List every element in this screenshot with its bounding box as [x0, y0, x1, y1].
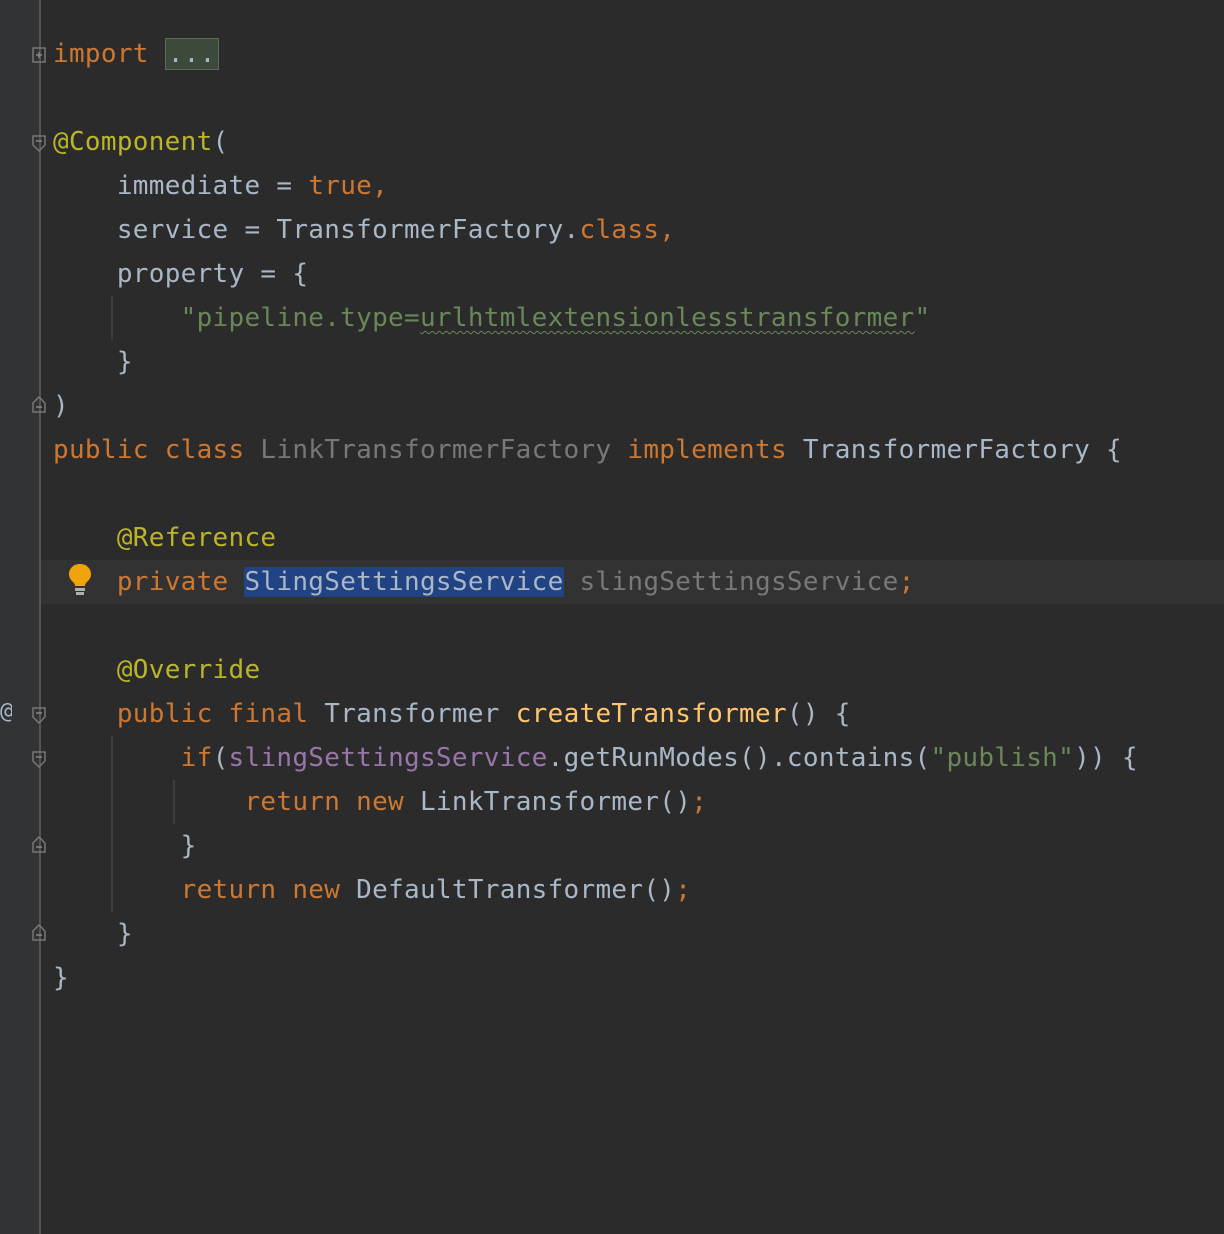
lightbulb-icon[interactable]: [66, 562, 94, 596]
code-token: property = {: [116, 259, 309, 289]
code-token: TransformerFactory {: [802, 435, 1122, 465]
code-line[interactable]: }: [53, 340, 133, 384]
code-line[interactable]: service = TransformerFactory.class,: [53, 208, 675, 252]
code-token: }: [116, 347, 133, 377]
override-marker-icon[interactable]: @: [0, 700, 12, 724]
code-token: ;: [691, 787, 708, 817]
code-line[interactable]: property = {: [53, 252, 308, 296]
code-token: service = TransformerFactory.: [116, 215, 580, 245]
code-line[interactable]: @Reference: [53, 516, 276, 560]
class-name[interactable]: LinkTransformerFactory: [260, 435, 611, 465]
method-name: createTransformer: [515, 699, 787, 729]
code-token: (: [212, 127, 229, 157]
keyword: final: [228, 699, 325, 729]
code-line[interactable]: public class LinkTransformerFactory impl…: [53, 428, 1122, 472]
folded-imports[interactable]: ...: [164, 38, 219, 70]
code-token: (: [212, 743, 229, 773]
code-line[interactable]: public final Transformer createTransform…: [53, 692, 851, 736]
annotation: @Component: [53, 127, 213, 157]
code-token: DefaultTransformer(): [356, 875, 676, 905]
keyword: import: [53, 39, 149, 69]
keyword: class,: [579, 215, 676, 245]
keyword: return: [180, 875, 293, 905]
annotation: @Reference: [116, 523, 277, 553]
code-line[interactable]: import ...: [53, 32, 219, 76]
code-line[interactable]: }: [53, 956, 69, 1000]
code-line[interactable]: @Override: [53, 648, 260, 692]
string-literal: "publish": [930, 743, 1075, 773]
keyword: private: [116, 567, 245, 597]
code-line[interactable]: return new DefaultTransformer();: [53, 868, 691, 912]
code-line[interactable]: if(slingSettingsService.getRunModes().co…: [53, 736, 1138, 780]
code-token: .getRunModes().contains(: [547, 743, 931, 773]
code-line[interactable]: return new LinkTransformer();: [53, 780, 707, 824]
string-literal: "pipeline.type=: [180, 303, 420, 333]
code-line[interactable]: }: [53, 824, 197, 868]
code-line[interactable]: private SlingSettingsService slingSettin…: [53, 560, 915, 604]
keyword: if: [180, 743, 213, 773]
field-ref: slingSettingsService: [228, 743, 548, 773]
code-token: immediate =: [116, 171, 309, 201]
code-line[interactable]: immediate = true,: [53, 164, 388, 208]
keyword: public: [53, 435, 165, 465]
code-token: LinkTransformer(): [419, 787, 692, 817]
code-token: () {: [786, 699, 851, 729]
code-token: }: [180, 831, 197, 861]
code-token: Transformer: [324, 699, 516, 729]
code-token: }: [53, 963, 69, 993]
code-line[interactable]: "pipeline.type=urlhtmlextensionlesstrans…: [53, 296, 931, 340]
code-token: }: [116, 919, 133, 949]
selected-text[interactable]: SlingSettingsService: [244, 567, 564, 597]
keyword: true,: [308, 171, 389, 201]
string-literal: ": [914, 303, 931, 333]
keyword: class: [164, 435, 261, 465]
code-token: ;: [898, 567, 915, 597]
code-line[interactable]: ): [53, 384, 69, 428]
editor-gutter[interactable]: [0, 0, 40, 1234]
annotation: @Override: [116, 655, 261, 685]
keyword: return: [244, 787, 357, 817]
field-name: slingSettingsService: [563, 567, 899, 597]
code-token: )) {: [1074, 743, 1138, 773]
code-line[interactable]: @Component(: [53, 120, 229, 164]
keyword: implements: [611, 435, 803, 465]
keyword: public: [116, 699, 229, 729]
code-editor[interactable]: import ... @Component( immediate = true,…: [41, 0, 1224, 1234]
code-token: ;: [675, 875, 692, 905]
code-line[interactable]: }: [53, 912, 133, 956]
typo-warning[interactable]: urlhtmlextensionlesstransformer: [420, 303, 915, 333]
code-token: ): [53, 391, 69, 421]
keyword: new: [292, 875, 357, 905]
keyword: new: [356, 787, 420, 817]
